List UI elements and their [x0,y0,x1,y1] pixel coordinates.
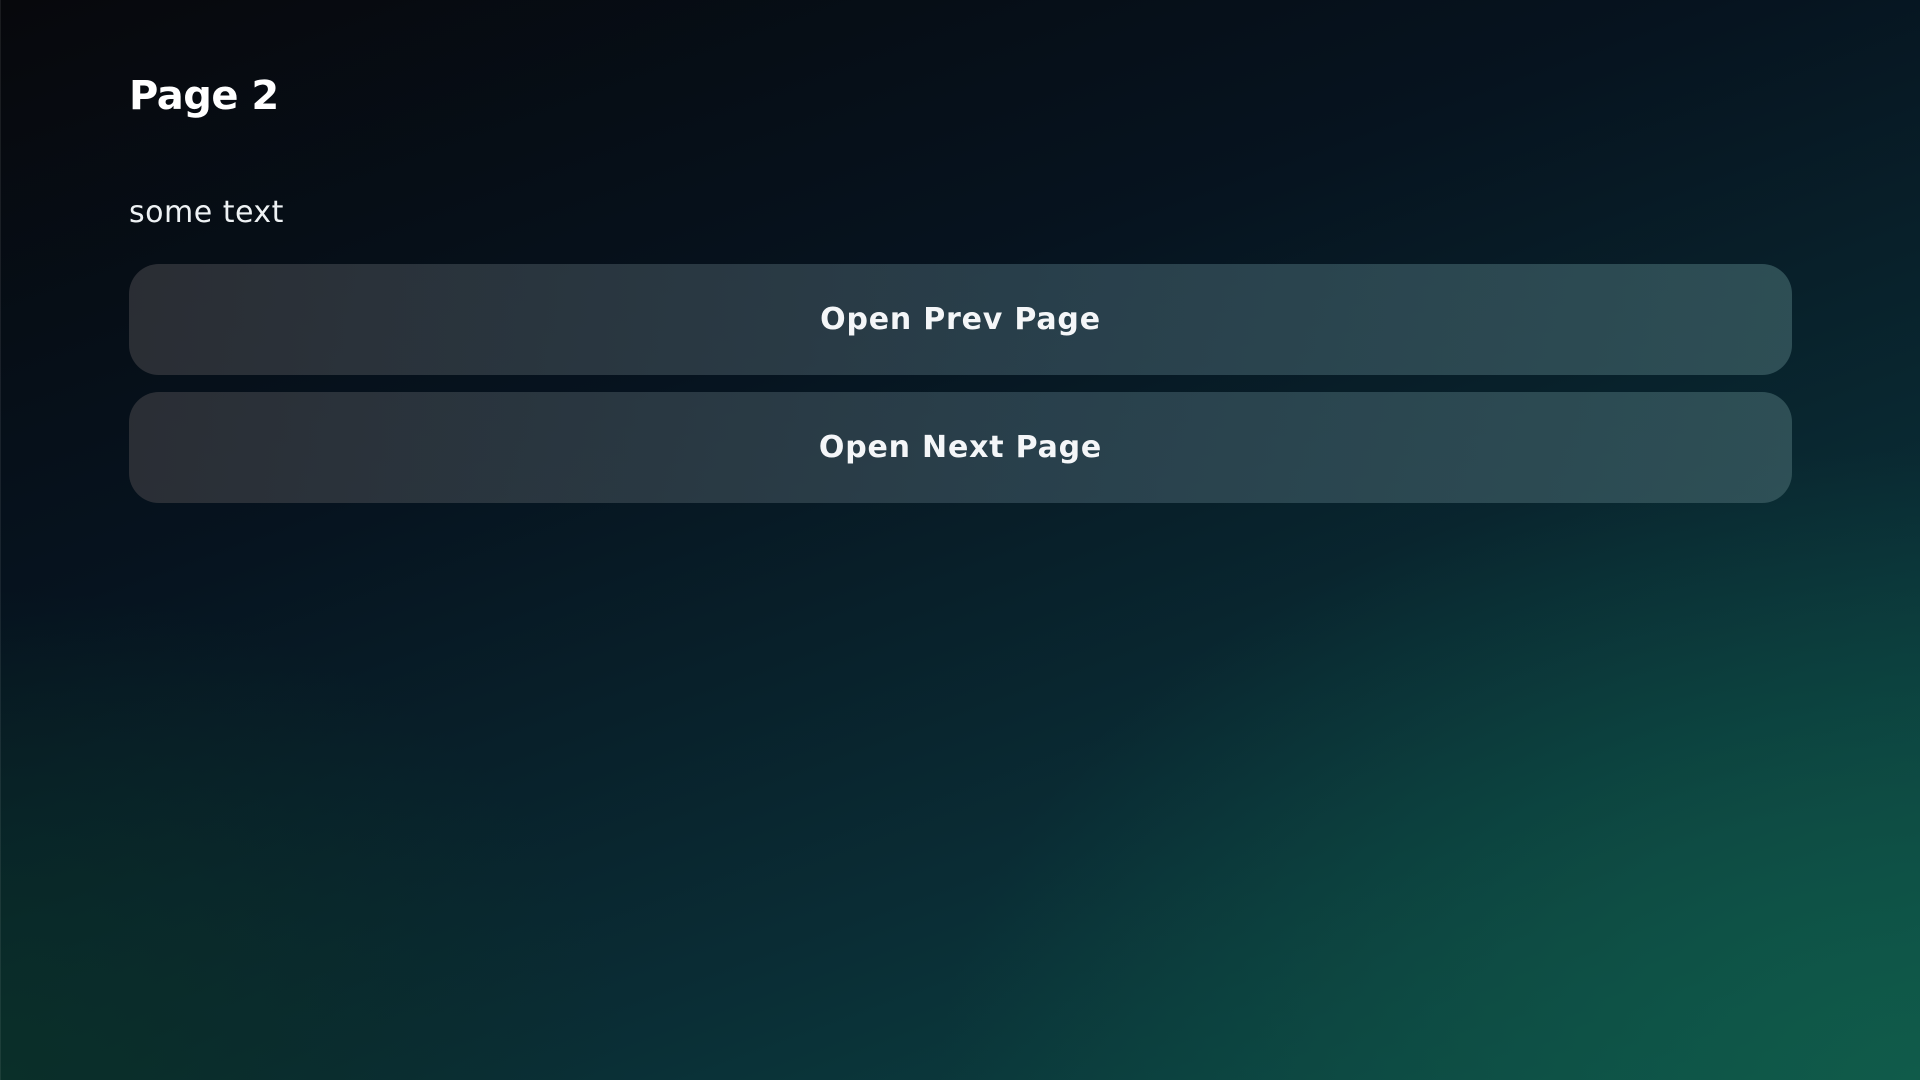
open-next-page-button[interactable]: Open Next Page [129,392,1792,503]
page-title: Page 2 [129,73,279,119]
window-edge [0,0,1,1080]
page-text: some text [129,195,284,230]
open-prev-page-button[interactable]: Open Prev Page [129,264,1792,375]
